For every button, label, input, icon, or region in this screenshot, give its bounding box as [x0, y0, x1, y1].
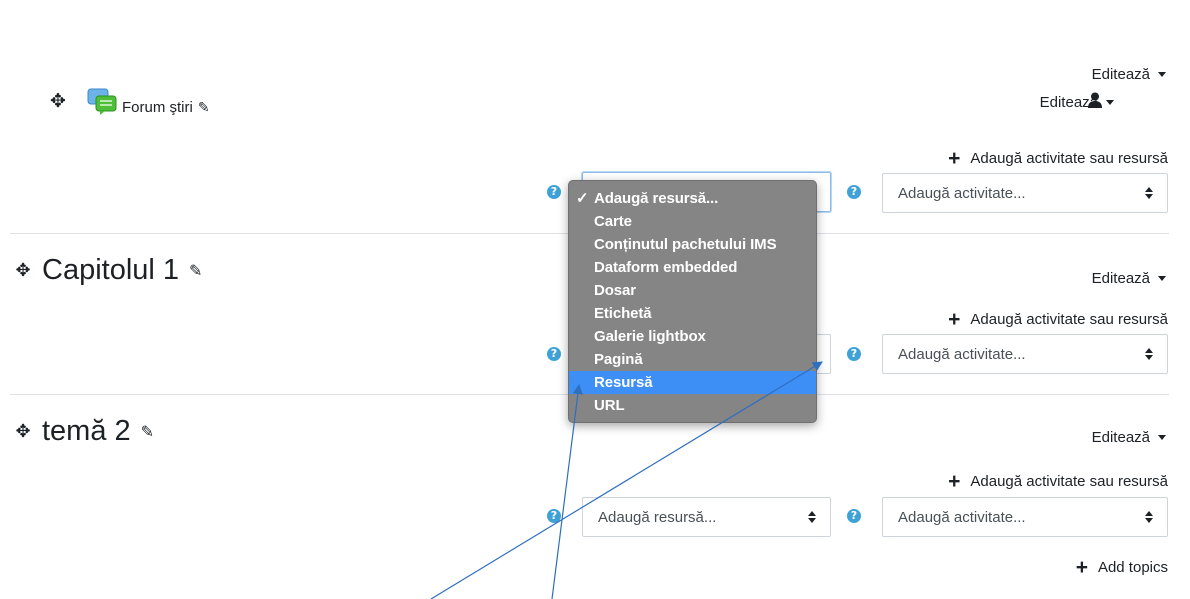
section-title-2: ✥ temă 2 ✎ — [14, 415, 154, 448]
dropdown-item[interactable]: Galerie lightbox — [569, 325, 816, 348]
activity-select[interactable]: Adaugă activitate... — [882, 334, 1168, 374]
caret-down-icon — [1106, 100, 1114, 105]
edit-menu-forum[interactable]: Editează — [1040, 94, 1114, 111]
caret-down-icon — [1158, 435, 1166, 440]
add-activity-label: Adaugă activitate sau resursă — [970, 473, 1168, 490]
move-icon[interactable]: ✥ — [14, 260, 32, 281]
question-circle-icon[interactable]: ? — [547, 185, 561, 199]
forum-link[interactable]: Forum ştiri ✎ — [122, 99, 210, 116]
dropdown-item-label: Etichetă — [594, 305, 652, 322]
dropdown-item-label: Dataform embedded — [594, 259, 738, 276]
move-icon[interactable]: ✥ — [50, 92, 66, 111]
question-circle-icon[interactable]: ? — [547, 509, 561, 523]
section-title-1: ✥ Capitolul 1 ✎ — [14, 254, 202, 287]
dropdown-item[interactable]: Dataform embedded — [569, 256, 816, 279]
add-activity-link-section0[interactable]: + Adaugă activitate sau resursă — [948, 148, 1168, 169]
add-activity-link-section1[interactable]: + Adaugă activitate sau resursă — [948, 309, 1168, 330]
edit-menu-section1[interactable]: Editează — [1092, 270, 1166, 287]
dropdown-item-label: Carte — [594, 213, 632, 230]
dropdown-item-label: Adaugă resursă... — [594, 190, 719, 207]
edit-menu-label: Editează — [1091, 66, 1150, 83]
edit-menu-label: Editează — [1091, 429, 1150, 446]
activity-select-value: Adaugă activitate... — [898, 184, 1026, 202]
caret-down-icon — [1158, 72, 1166, 77]
checkmark-icon: ✓ — [576, 190, 589, 207]
add-topics-label: Add topics — [1097, 559, 1168, 576]
dropdown-item[interactable]: Carte — [569, 210, 816, 233]
dropdown-item[interactable]: Etichetă — [569, 302, 816, 325]
edit-menu-section2[interactable]: Editează — [1092, 429, 1166, 446]
select-arrows-icon — [1145, 510, 1153, 524]
plus-icon: + — [948, 308, 961, 331]
dropdown-item-label: Pagină — [594, 351, 643, 368]
select-arrows-icon — [808, 510, 816, 524]
dropdown-item[interactable]: URL — [569, 394, 816, 417]
caret-down-icon — [1158, 276, 1166, 281]
pencil-icon[interactable]: ✎ — [141, 422, 154, 441]
dropdown-item-label: Conținutul pachetului IMS — [594, 236, 777, 253]
forum-label: Forum ştiri — [122, 99, 193, 116]
plus-icon: + — [948, 470, 961, 493]
user-icon — [1088, 92, 1102, 108]
add-topics-link[interactable]: + Add topics — [1076, 557, 1168, 578]
activity-select[interactable]: Adaugă activitate... — [882, 173, 1168, 213]
pencil-icon[interactable]: ✎ — [189, 261, 202, 280]
question-circle-icon[interactable]: ? — [847, 347, 861, 361]
dropdown-item-highlighted[interactable]: Resursă — [569, 371, 816, 394]
add-activity-label: Adaugă activitate sau resursă — [970, 150, 1168, 167]
pencil-icon[interactable]: ✎ — [198, 100, 210, 116]
edit-menu-label: Editează — [1091, 270, 1150, 287]
resource-select-value: Adaugă resursă... — [598, 508, 717, 526]
dropdown-item-label: Galerie lightbox — [594, 328, 706, 345]
move-icon[interactable]: ✥ — [14, 421, 32, 442]
dropdown-item-label: URL — [594, 397, 625, 414]
add-activity-link-section2[interactable]: + Adaugă activitate sau resursă — [948, 471, 1168, 492]
dropdown-item-label: Dosar — [594, 282, 637, 299]
dropdown-item[interactable]: Pagină — [569, 348, 816, 371]
activity-select-value: Adaugă activitate... — [898, 345, 1026, 363]
dropdown-item[interactable]: Dosar — [569, 279, 816, 302]
section-title-text: temă 2 — [42, 415, 131, 447]
question-circle-icon[interactable]: ? — [847, 185, 861, 199]
resource-select[interactable]: Adaugă resursă... — [582, 497, 831, 537]
select-arrows-icon — [1145, 186, 1153, 200]
dropdown-item[interactable]: ✓ Adaugă resursă... — [569, 187, 816, 210]
section-title-text: Capitolul 1 — [42, 254, 180, 286]
add-activity-label: Adaugă activitate sau resursă — [970, 311, 1168, 328]
plus-icon: + — [1075, 556, 1088, 579]
question-circle-icon[interactable]: ? — [847, 509, 861, 523]
activity-select-value: Adaugă activitate... — [898, 508, 1026, 526]
dropdown-item[interactable]: Conținutul pachetului IMS — [569, 233, 816, 256]
select-arrows-icon — [1145, 347, 1153, 361]
resource-dropdown-menu[interactable]: ✓ Adaugă resursă... Carte Conținutul pac… — [568, 180, 817, 423]
edit-menu-section0[interactable]: Editează — [1092, 66, 1166, 83]
forum-chat-icon — [87, 88, 117, 116]
question-circle-icon[interactable]: ? — [547, 347, 561, 361]
plus-icon: + — [948, 147, 961, 170]
dropdown-item-label: Resursă — [594, 374, 653, 391]
activity-select[interactable]: Adaugă activitate... — [882, 497, 1168, 537]
